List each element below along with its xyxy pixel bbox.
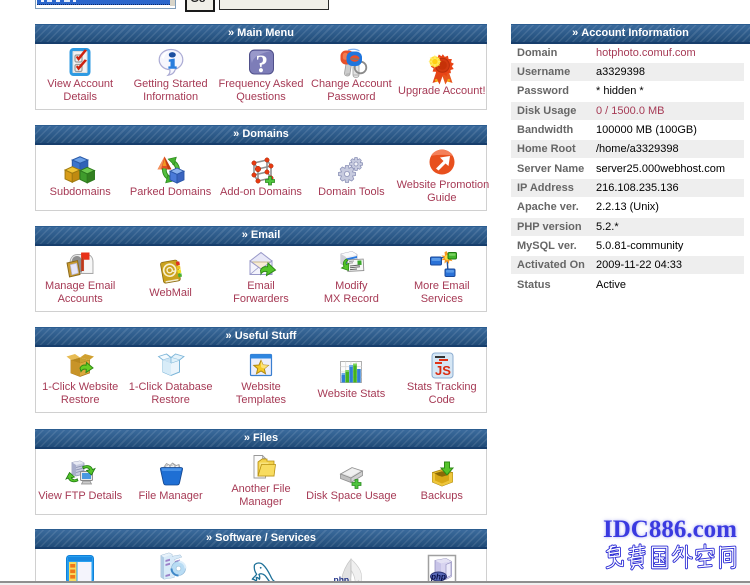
svg-text:JS: JS [435,363,451,378]
svg-text:?: ? [256,51,268,78]
